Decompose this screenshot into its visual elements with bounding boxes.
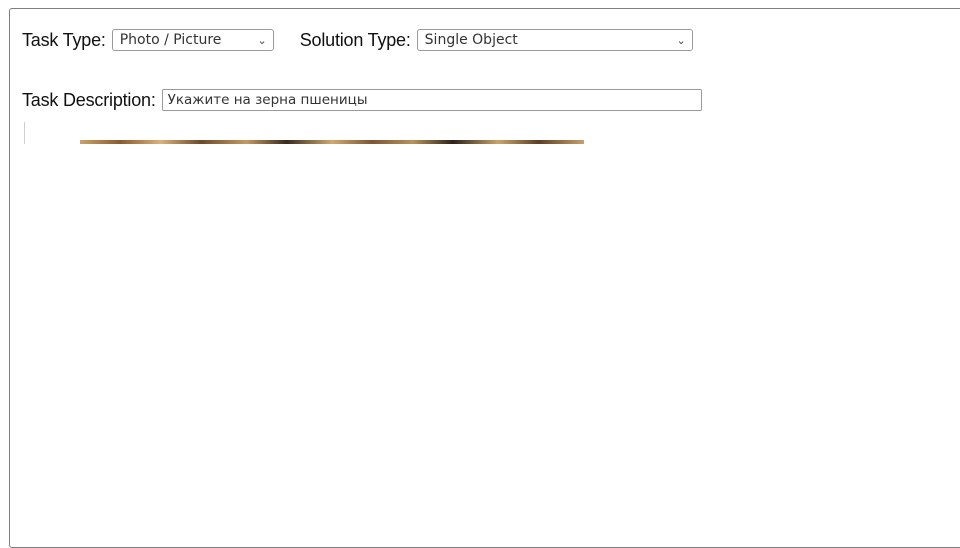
divider — [24, 122, 25, 144]
task-editor-panel: Task Type: Photo / Picture ⌄ Solution Ty… — [9, 8, 960, 548]
task-type-label: Task Type: — [22, 29, 106, 50]
task-description-input[interactable]: Укажите на зерна пшеницы — [161, 89, 702, 111]
task-type-select[interactable]: Photo / Picture ⌄ — [111, 29, 274, 51]
task-description-value: Укажите на зерна пшеницы — [167, 92, 368, 108]
solution-type-label: Solution Type: — [299, 29, 411, 50]
task-type-value: Photo / Picture — [119, 32, 222, 48]
task-type-row: Task Type: Photo / Picture ⌄ Solution Ty… — [22, 26, 693, 54]
solution-type-select[interactable]: Single Object ⌄ — [416, 29, 693, 51]
chevron-down-icon: ⌄ — [676, 33, 686, 47]
task-description-row: Task Description: Укажите на зерна пшени… — [22, 86, 702, 114]
solution-type-value: Single Object — [424, 32, 518, 48]
task-description-label: Task Description: — [22, 89, 156, 110]
chevron-down-icon: ⌄ — [257, 33, 267, 47]
task-image[interactable] — [80, 140, 584, 144]
